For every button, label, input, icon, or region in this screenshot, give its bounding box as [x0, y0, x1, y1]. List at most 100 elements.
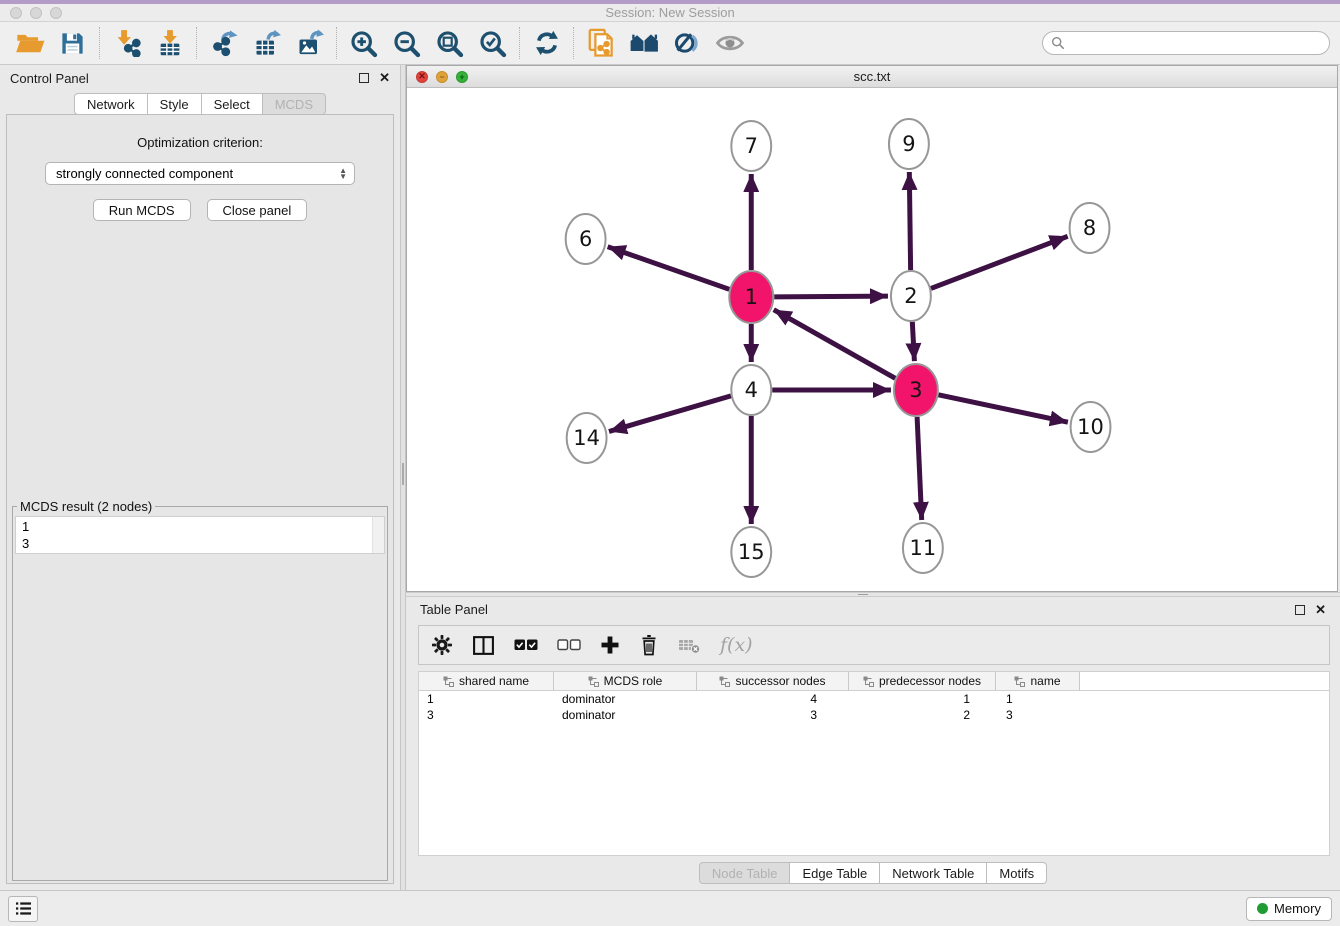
- plus-icon: [600, 635, 620, 655]
- horizontal-splitter[interactable]: [406, 592, 1340, 597]
- column-header-filler: [1080, 672, 1329, 691]
- zoom-in-button[interactable]: [342, 24, 385, 62]
- close-panel-icon[interactable]: ✕: [1315, 605, 1326, 615]
- add-column-button[interactable]: [600, 635, 620, 655]
- table-cell[interactable]: 2: [849, 708, 996, 722]
- graph-edge-4-14[interactable]: [609, 396, 731, 432]
- tab-select[interactable]: Select: [202, 93, 263, 115]
- criterion-dropdown[interactable]: strongly connected component ▲▼: [45, 162, 355, 185]
- hide-selected-button[interactable]: [665, 24, 708, 62]
- column-header-predecessor-nodes[interactable]: predecessor nodes: [849, 672, 996, 691]
- tab-network-table[interactable]: Network Table: [880, 862, 987, 884]
- graph-node-label: 6: [579, 227, 592, 251]
- table-cell[interactable]: dominator: [554, 708, 697, 722]
- toggle-panel-button[interactable]: [472, 635, 495, 656]
- graph-node-label: 10: [1077, 415, 1104, 439]
- refresh-button[interactable]: [525, 24, 568, 62]
- import-table-button[interactable]: [148, 24, 191, 62]
- tab-mcds[interactable]: MCDS: [263, 93, 326, 115]
- graph-node-label: 15: [738, 540, 765, 564]
- gear-icon: [431, 634, 453, 656]
- delete-columns-button[interactable]: [639, 634, 659, 656]
- toolbar-separator: [573, 27, 574, 59]
- table-cell[interactable]: 3: [996, 708, 1080, 722]
- trash-icon: [639, 634, 659, 656]
- mcds-result-text[interactable]: 1 3: [15, 516, 385, 554]
- run-mcds-button[interactable]: Run MCDS: [93, 199, 191, 221]
- float-panel-icon[interactable]: [1295, 605, 1305, 615]
- graph-edge-1-2[interactable]: [774, 296, 888, 297]
- export-network-button[interactable]: [202, 24, 245, 62]
- network-window-title: scc.txt: [407, 69, 1337, 84]
- close-panel-icon[interactable]: ✕: [379, 73, 390, 83]
- graph-node-label: 9: [902, 132, 915, 156]
- graph-edge-3-11[interactable]: [917, 417, 922, 520]
- show-hidden-button[interactable]: [708, 24, 751, 62]
- float-panel-icon[interactable]: [359, 73, 369, 83]
- graph-edge-1-6[interactable]: [608, 247, 730, 290]
- graph-edge-2-8[interactable]: [931, 236, 1068, 288]
- table-cell[interactable]: 3: [697, 708, 849, 722]
- tab-style[interactable]: Style: [148, 93, 202, 115]
- delete-table-button[interactable]: [678, 636, 701, 655]
- table-cell[interactable]: 1: [996, 692, 1080, 706]
- vertical-splitter[interactable]: [400, 65, 406, 890]
- splitter-grip: [402, 463, 404, 485]
- show-all-button[interactable]: [622, 24, 665, 62]
- graph-edge-3-10[interactable]: [938, 395, 1067, 422]
- mcds-result-title: MCDS result (2 nodes): [17, 499, 155, 514]
- column-header-shared-name[interactable]: shared name: [419, 672, 554, 691]
- table-settings-button[interactable]: [431, 634, 453, 656]
- control-panel-title: Control Panel: [10, 71, 89, 86]
- network-canvas[interactable]: 7968124314101511: [407, 88, 1337, 591]
- control-panel: Control Panel ✕ Network Style Select MCD…: [0, 65, 400, 890]
- column-header-name[interactable]: name: [996, 672, 1080, 691]
- graph-edge-3-1[interactable]: [774, 310, 896, 379]
- import-table-icon: [156, 29, 184, 57]
- tab-motifs[interactable]: Motifs: [987, 862, 1047, 884]
- tab-edge-table[interactable]: Edge Table: [790, 862, 880, 884]
- table-row[interactable]: 3dominator323: [419, 707, 1329, 723]
- function-builder-button[interactable]: f(x): [720, 634, 753, 656]
- deselect-all-button[interactable]: [557, 638, 581, 652]
- zoom-out-button[interactable]: [385, 24, 428, 62]
- zoom-fit-button[interactable]: [428, 24, 471, 62]
- graph-node-label: 2: [904, 284, 917, 308]
- select-all-button[interactable]: [514, 638, 538, 652]
- unchecked-boxes-icon: [557, 638, 581, 652]
- graph-node-label: 3: [909, 378, 922, 402]
- search-field[interactable]: [1042, 31, 1330, 55]
- import-network-button[interactable]: [105, 24, 148, 62]
- column-header-MCDS-role[interactable]: MCDS role: [554, 672, 697, 691]
- memory-label: Memory: [1274, 901, 1321, 916]
- search-input[interactable]: [1071, 36, 1321, 51]
- open-folder-icon: [15, 30, 45, 56]
- network-window: ✕ − + scc.txt 7968124314101511: [406, 65, 1338, 592]
- close-panel-button[interactable]: Close panel: [207, 199, 308, 221]
- memory-button[interactable]: Memory: [1246, 897, 1332, 921]
- table-panel-title: Table Panel: [420, 602, 488, 617]
- table-cell[interactable]: 1: [419, 692, 554, 706]
- graph-edge-2-3[interactable]: [912, 322, 914, 361]
- hide-slash-icon: [673, 29, 701, 57]
- graph-edge-2-9[interactable]: [909, 172, 910, 270]
- open-session-button[interactable]: [8, 24, 51, 62]
- table-cell[interactable]: 3: [419, 708, 554, 722]
- table-row[interactable]: 1dominator411: [419, 691, 1329, 707]
- main-toolbar: [0, 22, 1340, 65]
- table-cell[interactable]: 1: [849, 692, 996, 706]
- export-table-button[interactable]: [245, 24, 288, 62]
- export-image-button[interactable]: [288, 24, 331, 62]
- table-cell[interactable]: dominator: [554, 692, 697, 706]
- table-cell[interactable]: 4: [697, 692, 849, 706]
- tab-network[interactable]: Network: [74, 93, 148, 115]
- tab-node-table[interactable]: Node Table: [699, 862, 791, 884]
- task-history-button[interactable]: [8, 896, 38, 922]
- right-column: ✕ − + scc.txt 7968124314101511 Table Pan…: [406, 65, 1340, 890]
- criterion-value: strongly connected component: [56, 166, 233, 181]
- clone-network-button[interactable]: [579, 24, 622, 62]
- control-panel-header: Control Panel ✕: [0, 65, 400, 91]
- column-header-successor-nodes[interactable]: successor nodes: [697, 672, 849, 691]
- zoom-selected-button[interactable]: [471, 24, 514, 62]
- save-session-button[interactable]: [51, 24, 94, 62]
